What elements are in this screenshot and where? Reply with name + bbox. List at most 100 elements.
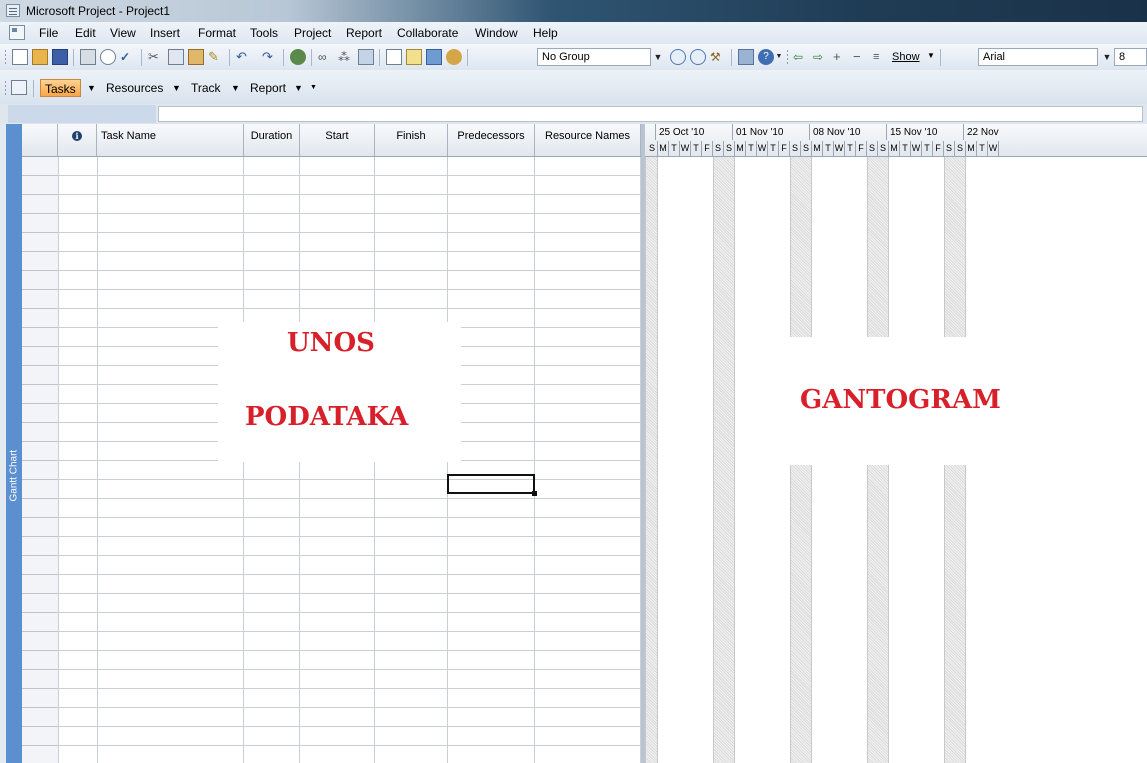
menu-report[interactable]: Report <box>346 26 382 40</box>
timescale-day: F <box>933 141 944 156</box>
print-preview-icon[interactable] <box>100 49 116 65</box>
timescale-day: S <box>713 141 724 156</box>
chevron-down-icon[interactable]: ▼ <box>1100 48 1114 66</box>
toolbar-separator <box>229 49 230 66</box>
column-duration[interactable]: Duration <box>244 124 300 156</box>
timescale-day: T <box>746 141 757 156</box>
insert-hyperlink-icon[interactable] <box>290 49 306 65</box>
font-size-select[interactable]: 8 <box>1114 48 1147 66</box>
toolbar-grip[interactable] <box>786 49 789 65</box>
group-by-select[interactable]: No Group <box>537 48 651 66</box>
redo-icon[interactable]: ↷ <box>262 49 278 65</box>
timescale-day: W <box>757 141 768 156</box>
menu-format[interactable]: Format <box>198 26 236 40</box>
assign-resources-icon[interactable] <box>426 49 442 65</box>
new-icon[interactable] <box>12 49 28 65</box>
toolbar-separator <box>731 49 732 66</box>
timescale-day: S <box>878 141 889 156</box>
selected-cell[interactable] <box>447 474 537 496</box>
window-title: Microsoft Project - Project1 <box>26 4 171 18</box>
chevron-down-icon[interactable]: ▼ <box>927 51 935 60</box>
task-notes-icon[interactable] <box>406 49 422 65</box>
chevron-down-icon[interactable]: ▼ <box>294 79 303 97</box>
timescale-day: M <box>812 141 823 156</box>
week-divider <box>963 124 964 140</box>
chevron-down-icon[interactable]: ▼ <box>231 79 240 97</box>
menu-collaborate[interactable]: Collaborate <box>397 26 458 40</box>
tab-report[interactable]: Report <box>246 79 290 97</box>
help-icon[interactable]: ? <box>758 49 774 65</box>
column-indicators[interactable]: i <box>58 124 97 156</box>
zoom-in-icon[interactable] <box>670 49 686 65</box>
document-window-icon[interactable] <box>9 25 25 40</box>
info-icon: i <box>72 131 82 141</box>
menu-file[interactable]: File <box>39 26 58 40</box>
row-headers[interactable] <box>22 157 58 763</box>
menu-tools[interactable]: Tools <box>250 26 278 40</box>
save-icon[interactable] <box>52 49 68 65</box>
timescale-day: M <box>658 141 669 156</box>
cut-icon[interactable]: ✂ <box>148 49 164 65</box>
column-task-name[interactable]: Task Name <box>97 124 244 156</box>
toolbar-grip[interactable] <box>4 80 7 96</box>
chevron-down-icon[interactable]: ▼ <box>87 79 96 97</box>
fill-handle[interactable] <box>532 491 537 496</box>
paste-icon[interactable] <box>188 49 204 65</box>
publish-icon[interactable] <box>446 49 462 65</box>
toolbar-options-icon[interactable]: ▼ <box>310 79 317 97</box>
annotation-gantogram: GANTOGRAM <box>800 385 1001 415</box>
font-select[interactable]: Arial <box>978 48 1098 66</box>
chevron-down-icon[interactable]: ▼ <box>651 48 665 66</box>
zoom-out-icon[interactable] <box>690 49 706 65</box>
menu-help[interactable]: Help <box>533 26 558 40</box>
indent-icon[interactable]: ⇨ <box>813 49 829 65</box>
chevron-down-icon[interactable]: ▼ <box>172 79 181 97</box>
sort-outline-icon[interactable]: ≡ <box>873 49 889 65</box>
show-button[interactable]: Show <box>892 51 920 63</box>
tab-resources[interactable]: Resources <box>102 79 167 97</box>
column-predecessors[interactable]: Predecessors <box>448 124 535 156</box>
unlink-tasks-icon[interactable]: ⁂ <box>338 49 354 65</box>
copy-icon[interactable] <box>168 49 184 65</box>
tab-tasks[interactable]: Tasks <box>40 79 81 97</box>
scroll-to-task-icon[interactable]: ⚒ <box>710 49 726 65</box>
menu-view[interactable]: View <box>110 26 136 40</box>
timescale-day: S <box>867 141 878 156</box>
undo-icon[interactable]: ↶ <box>236 49 252 65</box>
toolbar-options-icon[interactable]: ▼ <box>774 48 784 66</box>
link-tasks-icon[interactable]: ∞ <box>318 49 334 65</box>
column-start[interactable]: Start <box>300 124 375 156</box>
format-painter-icon[interactable]: ✎ <box>208 49 224 65</box>
menu-insert[interactable]: Insert <box>150 26 180 40</box>
menu-project[interactable]: Project <box>294 26 331 40</box>
standard-toolbar: ✓ ✂ ✎ ↶ ↷ ∞ ⁂ No Group ▼ ⚒ ? ▼ ⇦ ⇨ + − ≡… <box>0 44 1147 70</box>
tab-track[interactable]: Track <box>187 79 225 97</box>
split-task-icon[interactable] <box>358 49 374 65</box>
menu-edit[interactable]: Edit <box>75 26 96 40</box>
column-finish[interactable]: Finish <box>375 124 448 156</box>
column-resource-names[interactable]: Resource Names <box>535 124 641 156</box>
open-icon[interactable] <box>32 49 48 65</box>
copy-picture-icon[interactable] <box>738 49 754 65</box>
toolbar-separator <box>311 49 312 66</box>
timescale-day: W <box>988 141 999 156</box>
column-divider <box>534 157 535 763</box>
show-subtasks-icon[interactable]: + <box>833 49 849 65</box>
app-icon[interactable] <box>6 4 20 17</box>
timescale-week: 25 Oct '10 <box>659 127 705 138</box>
select-all-corner[interactable] <box>22 124 58 156</box>
entry-input[interactable] <box>158 106 1143 122</box>
menu-window[interactable]: Window <box>475 26 518 40</box>
view-bar[interactable]: Gantt Chart <box>6 124 22 763</box>
timescale-day: W <box>911 141 922 156</box>
guide-toggle-icon[interactable] <box>11 80 27 95</box>
hide-subtasks-icon[interactable]: − <box>853 49 869 65</box>
toolbar-grip[interactable] <box>4 49 7 65</box>
task-information-icon[interactable] <box>386 49 402 65</box>
outdent-icon[interactable]: ⇦ <box>793 49 809 65</box>
spelling-icon[interactable]: ✓ <box>120 49 136 65</box>
toolbar-separator <box>141 49 142 66</box>
print-icon[interactable] <box>80 49 96 65</box>
timescale-day: T <box>823 141 834 156</box>
timescale-day: M <box>735 141 746 156</box>
